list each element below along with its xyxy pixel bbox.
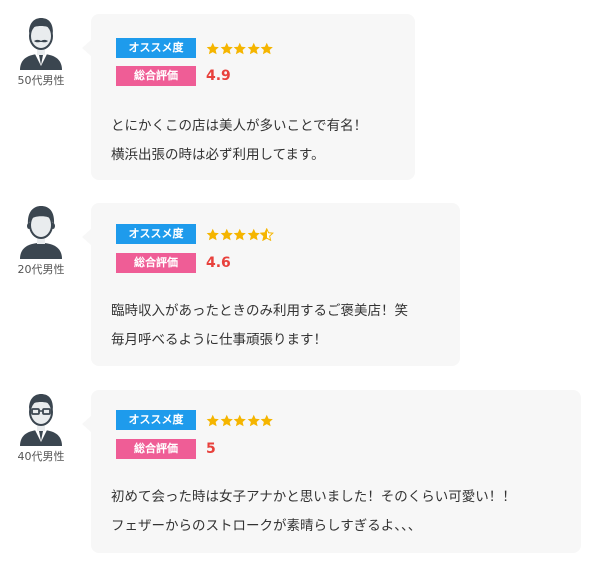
star-icon — [220, 228, 233, 240]
review-card: 50代男性 オススメ度 総合評価 4.9 とにかくこの店は美人が多いことで有名！… — [0, 14, 599, 182]
star-rating — [206, 414, 274, 427]
recommend-tag: オススメ度 — [116, 224, 196, 244]
overall-row: 総合評価 4.6 — [116, 253, 231, 273]
overall-row: 総合評価 5 — [116, 439, 216, 459]
overall-score: 5 — [206, 441, 216, 457]
star-icon — [233, 414, 246, 426]
reviewer-avatar: 40代男性 — [14, 390, 68, 464]
star-icon — [247, 414, 260, 426]
review-comment: 臨時収入があったときのみ利用するご褒美店！笑 毎月呼べるように仕事頑張ります！ — [111, 297, 408, 355]
comment-line: 横浜出張の時は必ず利用してます。 — [111, 147, 325, 163]
reviewer-avatar: 50代男性 — [14, 14, 68, 88]
star-icon — [233, 228, 246, 240]
recommend-row: オススメ度 — [116, 224, 274, 244]
star-icon — [247, 42, 260, 54]
comment-line: フェザーからのストロークが素晴らしすぎるよ、、、 — [111, 518, 422, 534]
star-icon — [220, 414, 233, 426]
comment-line: とにかくこの店は美人が多いことで有名！ — [111, 118, 368, 134]
overall-score: 4.9 — [206, 68, 231, 84]
recommend-tag: オススメ度 — [116, 38, 196, 58]
star-icon — [260, 414, 273, 426]
comment-line: 毎月呼べるように仕事頑張ります！ — [111, 332, 327, 348]
reviewer-age-label: 50代男性 — [17, 74, 65, 87]
star-rating — [206, 42, 274, 55]
star-icon — [206, 414, 219, 426]
man-glasses-avatar-icon — [20, 394, 62, 446]
reviewer-age-label: 40代男性 — [17, 450, 65, 463]
star-icon — [247, 228, 260, 240]
man-mustache-avatar-icon — [20, 18, 62, 70]
review-bubble: オススメ度 総合評価 4.9 とにかくこの店は美人が多いことで有名！ 横浜出張の… — [82, 14, 415, 180]
comment-line: 初めて会った時は女子アナかと思いました！そのくらい可愛い！！ — [111, 489, 516, 505]
overall-score: 4.6 — [206, 255, 231, 271]
review-card: 40代男性 オススメ度 総合評価 5 初めて会った時は女子アナかと思いました！そ… — [0, 390, 599, 560]
star-icon — [220, 42, 233, 54]
review-bubble: オススメ度 総合評価 5 初めて会った時は女子アナかと思いました！そのくらい可愛… — [82, 390, 581, 553]
review-comment: とにかくこの店は美人が多いことで有名！ 横浜出張の時は必ず利用してます。 — [111, 112, 367, 170]
overall-tag: 総合評価 — [116, 253, 196, 273]
young-man-avatar-icon — [20, 206, 62, 259]
star-icon — [233, 42, 246, 54]
review-bubble: オススメ度 総合評価 4.6 臨時収入があったときのみ利用するご褒美店！笑 毎月… — [82, 203, 460, 366]
star-icon — [260, 42, 273, 54]
recommend-tag: オススメ度 — [116, 410, 196, 430]
star-icon — [206, 42, 219, 54]
reviewer-age-label: 20代男性 — [17, 263, 65, 276]
star-icon — [206, 228, 219, 240]
star-rating — [206, 227, 274, 241]
reviewer-avatar: 20代男性 — [14, 203, 68, 277]
recommend-row: オススメ度 — [116, 410, 274, 430]
review-comment: 初めて会った時は女子アナかと思いました！そのくらい可愛い！！ フェザーからのスト… — [111, 483, 516, 541]
recommend-row: オススメ度 — [116, 38, 274, 58]
overall-tag: 総合評価 — [116, 66, 196, 86]
star-icon — [260, 227, 274, 241]
overall-row: 総合評価 4.9 — [116, 66, 231, 86]
comment-line: 臨時収入があったときのみ利用するご褒美店！笑 — [111, 303, 408, 319]
review-card: 20代男性 オススメ度 総合評価 4.6 臨時収入があったときのみ利用するご褒美… — [0, 203, 599, 371]
overall-tag: 総合評価 — [116, 439, 196, 459]
